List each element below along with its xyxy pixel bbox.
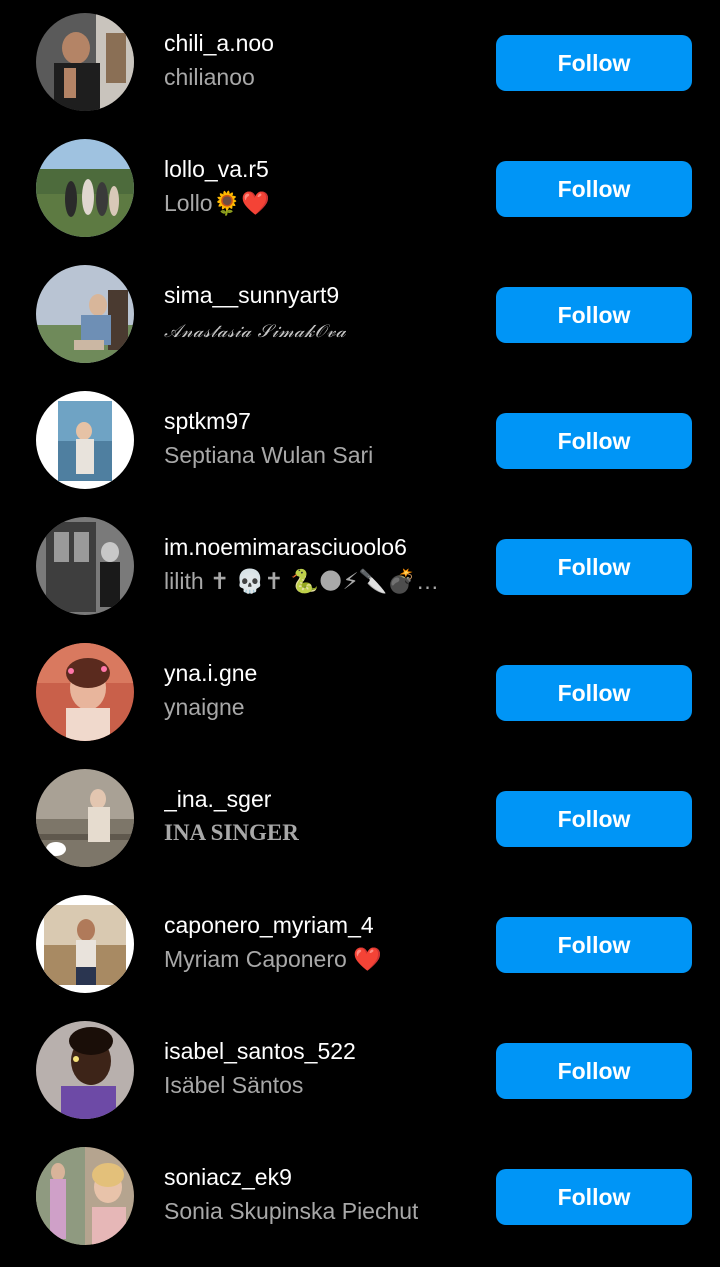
username[interactable]: chili_a.noo	[164, 30, 274, 57]
username[interactable]: lollo_va.r5	[164, 156, 269, 183]
follow-button[interactable]: Follow	[496, 791, 692, 847]
full-name: chilianoo	[164, 64, 255, 90]
follow-button[interactable]: Follow	[496, 1169, 692, 1225]
account-row[interactable]: isabel_santos_522 Isäbel Säntos Follow	[0, 1008, 720, 1134]
full-name: INA SINGER	[164, 820, 299, 845]
full-name: Myriam Caponero ❤️	[164, 946, 382, 972]
profile-avatar[interactable]	[36, 13, 134, 111]
profile-avatar[interactable]	[36, 643, 134, 741]
profile-avatar[interactable]	[36, 265, 134, 363]
profile-avatar[interactable]	[36, 139, 134, 237]
follow-button[interactable]: Follow	[496, 1043, 692, 1099]
suggested-accounts-list: chili_a.noo chilianoo Follow lollo_va.r5…	[0, 0, 720, 1267]
username[interactable]: caponero_myriam_4	[164, 912, 374, 939]
username[interactable]: soniacz_ek9	[164, 1164, 292, 1191]
follow-button[interactable]: Follow	[496, 917, 692, 973]
username[interactable]: im.noemimarasciuoolo6	[164, 534, 407, 561]
profile-avatar[interactable]	[36, 391, 134, 489]
follow-button[interactable]: Follow	[496, 539, 692, 595]
full-name: lilith ✝ 💀✝ 🐍🌑⚡🔪💣…	[164, 568, 440, 594]
full-name: Sonia Skupinska Piechut	[164, 1198, 419, 1224]
account-row[interactable]: soniacz_ek9 Sonia Skupinska Piechut Foll…	[0, 1134, 720, 1260]
full-name: Lollo🌻❤️	[164, 190, 270, 216]
account-row[interactable]: chili_a.noo chilianoo Follow	[0, 0, 720, 126]
follow-button[interactable]: Follow	[496, 161, 692, 217]
full-name: 𝒜𝓃𝒶𝓈𝓉𝒶𝓈𝒾𝒶 𝒮𝒾𝓂𝒶𝓀𝒪𝓋𝒶	[164, 321, 347, 342]
account-row[interactable]: yna.i.gne ynaigne Follow	[0, 630, 720, 756]
account-row[interactable]: caponero_myriam_4 Myriam Caponero ❤️ Fol…	[0, 882, 720, 1008]
account-row[interactable]: sptkm97 Septiana Wulan Sari Follow	[0, 378, 720, 504]
follow-button[interactable]: Follow	[496, 413, 692, 469]
profile-avatar[interactable]	[36, 1147, 134, 1245]
username[interactable]: _ina._sger	[164, 786, 271, 813]
account-row[interactable]: lollo_va.r5 Lollo🌻❤️ Follow	[0, 126, 720, 252]
follow-button[interactable]: Follow	[496, 287, 692, 343]
profile-avatar[interactable]	[36, 769, 134, 867]
profile-avatar[interactable]	[36, 517, 134, 615]
username[interactable]: sptkm97	[164, 408, 251, 435]
account-row[interactable]: im.noemimarasciuoolo6 lilith ✝ 💀✝ 🐍🌑⚡🔪💣……	[0, 504, 720, 630]
full-name: Septiana Wulan Sari	[164, 442, 374, 468]
username[interactable]: yna.i.gne	[164, 660, 257, 687]
account-row[interactable]: _ina._sger INA SINGER Follow	[0, 756, 720, 882]
full-name: Isäbel Säntos	[164, 1072, 304, 1098]
full-name: ynaigne	[164, 694, 245, 720]
username[interactable]: sima__sunnyart9	[164, 282, 339, 309]
profile-avatar[interactable]	[36, 895, 134, 993]
username[interactable]: isabel_santos_522	[164, 1038, 356, 1065]
follow-button[interactable]: Follow	[496, 35, 692, 91]
follow-button[interactable]: Follow	[496, 665, 692, 721]
profile-avatar[interactable]	[36, 1021, 134, 1119]
account-row[interactable]: sima__sunnyart9 𝒜𝓃𝒶𝓈𝓉𝒶𝓈𝒾𝒶 𝒮𝒾𝓂𝒶𝓀𝒪𝓋𝒶 Follo…	[0, 252, 720, 378]
